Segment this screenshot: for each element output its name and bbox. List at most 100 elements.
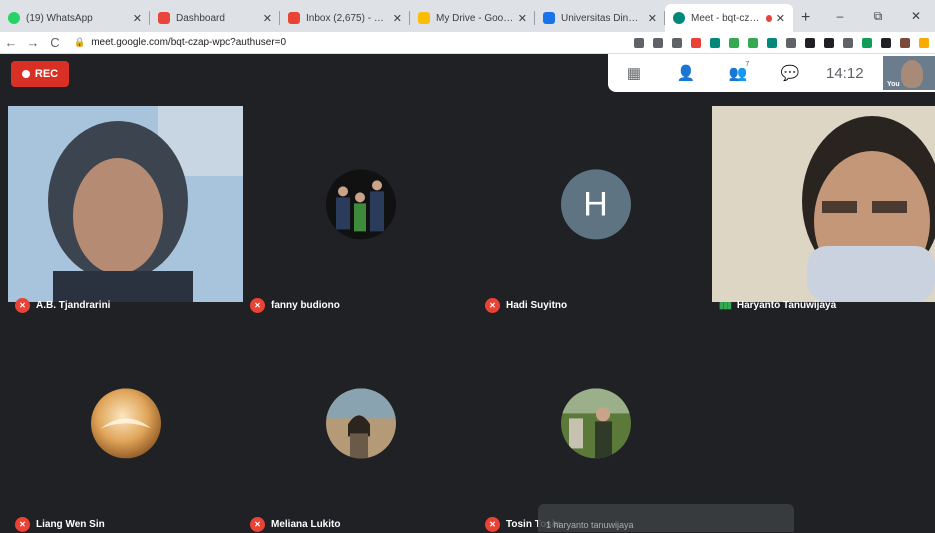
mic-muted-icon: ✕ bbox=[485, 516, 500, 532]
meet-icon bbox=[673, 12, 685, 24]
close-icon[interactable]: ✕ bbox=[644, 12, 657, 25]
extension-icon[interactable] bbox=[672, 38, 682, 48]
participant-tile[interactable]: ▮▮▮ Haryanto Tanuwijaya bbox=[712, 106, 935, 314]
participant-tile[interactable]: ✕ Tosin Tosin bbox=[478, 325, 713, 533]
self-view[interactable]: You bbox=[883, 56, 935, 90]
window-controls: – ⧉ ✕ bbox=[821, 0, 935, 32]
close-icon[interactable]: ✕ bbox=[514, 12, 527, 25]
participant-namebar: ✕ A.B. Tjandrarini bbox=[15, 296, 110, 314]
mic-muted-icon: ✕ bbox=[250, 297, 265, 313]
back-button[interactable]: ← bbox=[0, 35, 22, 50]
close-icon[interactable]: ✕ bbox=[259, 12, 272, 25]
extension-icon[interactable] bbox=[881, 38, 891, 48]
chat-icon[interactable]: 💬 bbox=[764, 64, 816, 82]
tab-label: My Drive - Google Drive bbox=[436, 12, 514, 24]
dashboard-icon bbox=[158, 12, 170, 24]
participant-namebar: ▮▮▮ Haryanto Tanuwijaya bbox=[719, 296, 836, 314]
new-tab-button[interactable]: + bbox=[801, 4, 810, 32]
close-icon[interactable]: ✕ bbox=[772, 12, 785, 25]
tab-gmail[interactable]: Inbox (2,675) - asteria@ ✕ bbox=[280, 4, 410, 32]
university-icon bbox=[543, 12, 555, 24]
participant-tile[interactable]: ✕ A.B. Tjandrarini bbox=[8, 106, 243, 314]
participant-tile[interactable]: ✕ Liang Wen Sin bbox=[8, 325, 243, 533]
close-icon[interactable]: ✕ bbox=[389, 12, 402, 25]
minimize-button[interactable]: – bbox=[821, 9, 859, 23]
restore-button[interactable]: ⧉ bbox=[859, 9, 897, 24]
participant-name: fanny budiono bbox=[271, 299, 340, 311]
self-face bbox=[901, 60, 923, 88]
tab-dashboard[interactable]: Dashboard ✕ bbox=[150, 4, 280, 32]
extension-icon[interactable] bbox=[653, 38, 663, 48]
extension-icon[interactable] bbox=[691, 38, 701, 48]
overlay-text: 1 haryanto tanuwijaya bbox=[546, 520, 634, 530]
address-bar: ← → C 🔒 meet.google.com/bqt-czap-wpc?aut… bbox=[0, 32, 935, 54]
extension-icon[interactable] bbox=[919, 38, 929, 48]
avatar-photo bbox=[90, 388, 161, 459]
meet-stage: REC ▦ 👤 👥 7 💬 14:12 You ✕ A.B. Tjandrarin… bbox=[0, 54, 935, 532]
participant-namebar: ✕ fanny budiono bbox=[250, 296, 340, 314]
participant-name: Haryanto Tanuwijaya bbox=[736, 299, 837, 311]
participant-namebar: ✕ Hadi Suyitno bbox=[485, 296, 567, 314]
avatar-photo bbox=[560, 388, 631, 459]
video-feed-image bbox=[8, 106, 243, 302]
recording-label: REC bbox=[34, 68, 59, 80]
extension-icon[interactable] bbox=[634, 38, 644, 48]
drive-icon bbox=[418, 12, 430, 24]
video-feed-image bbox=[712, 106, 935, 302]
tab-whatsapp[interactable]: (19) WhatsApp ✕ bbox=[0, 4, 150, 32]
tab-label: Universitas Dinamika - bbox=[561, 12, 644, 24]
mic-muted-icon: ✕ bbox=[485, 297, 500, 313]
forward-button[interactable]: → bbox=[22, 35, 44, 50]
participant-video bbox=[712, 106, 935, 302]
participant-namebar: ✕ Meliana Lukito bbox=[250, 515, 340, 533]
extensions-toolbar bbox=[634, 32, 929, 54]
tab-label: Meet - bqt-czap-w bbox=[691, 12, 762, 24]
close-window-button[interactable]: ✕ bbox=[897, 9, 935, 23]
extension-icon[interactable] bbox=[767, 38, 777, 48]
tab-google-drive[interactable]: My Drive - Google Drive ✕ bbox=[410, 4, 535, 32]
extension-icon[interactable] bbox=[729, 38, 739, 48]
recording-badge: REC bbox=[11, 61, 69, 87]
mic-muted-icon: ✕ bbox=[15, 297, 30, 313]
reload-button[interactable]: C bbox=[44, 35, 66, 50]
tab-universitas[interactable]: Universitas Dinamika - ✕ bbox=[535, 4, 665, 32]
people-count: 7 bbox=[745, 61, 750, 68]
speaking-indicator-icon: ▮▮▮ bbox=[719, 299, 732, 310]
participant-tile[interactable]: ✕ fanny budiono bbox=[243, 106, 478, 314]
extension-icon[interactable] bbox=[900, 38, 910, 48]
people-button[interactable]: 👥 7 bbox=[712, 61, 764, 82]
participant-avatar bbox=[560, 388, 631, 459]
participant-name: Liang Wen Sin bbox=[36, 518, 105, 530]
tab-label: Inbox (2,675) - asteria@ bbox=[306, 12, 389, 24]
extension-icon[interactable] bbox=[748, 38, 758, 48]
participant-namebar: ✕ Liang Wen Sin bbox=[15, 515, 105, 533]
mic-muted-icon: ✕ bbox=[15, 516, 30, 532]
person-icon[interactable]: 👤 bbox=[660, 64, 712, 82]
lock-icon: 🔒 bbox=[74, 37, 86, 47]
participant-tile[interactable]: ✕ Meliana Lukito bbox=[243, 325, 478, 533]
participant-name: Hadi Suyitno bbox=[506, 299, 568, 311]
meeting-clock: 14:12 bbox=[826, 64, 864, 82]
tab-meet[interactable]: Meet - bqt-czap-w ✕ bbox=[665, 4, 793, 32]
layout-grid-icon[interactable]: ▦ bbox=[608, 64, 660, 82]
participant-tile[interactable]: H ✕ Hadi Suyitno bbox=[478, 106, 713, 314]
participants-overlay: 1 haryanto tanuwijaya bbox=[538, 504, 794, 532]
extension-icon[interactable] bbox=[862, 38, 872, 48]
url-text: meet.google.com/bqt-czap-wpc?authuser=0 bbox=[91, 37, 287, 48]
url-field[interactable]: 🔒 meet.google.com/bqt-czap-wpc?authuser=… bbox=[74, 37, 286, 48]
participant-avatar bbox=[90, 388, 161, 459]
extension-icon[interactable] bbox=[710, 38, 720, 48]
whatsapp-icon bbox=[8, 12, 20, 24]
extension-icon[interactable] bbox=[824, 38, 834, 48]
gmail-icon bbox=[288, 12, 300, 24]
close-icon[interactable]: ✕ bbox=[129, 12, 142, 25]
extension-icon[interactable] bbox=[786, 38, 796, 48]
extension-icon[interactable] bbox=[805, 38, 815, 48]
tab-label: (19) WhatsApp bbox=[26, 12, 93, 24]
extension-icon[interactable] bbox=[843, 38, 853, 48]
participant-avatar bbox=[325, 169, 396, 240]
participant-avatar: H bbox=[560, 169, 631, 240]
participant-name: A.B. Tjandrarini bbox=[36, 299, 111, 311]
mic-muted-icon: ✕ bbox=[250, 516, 265, 532]
participant-name: Meliana Lukito bbox=[271, 518, 341, 530]
